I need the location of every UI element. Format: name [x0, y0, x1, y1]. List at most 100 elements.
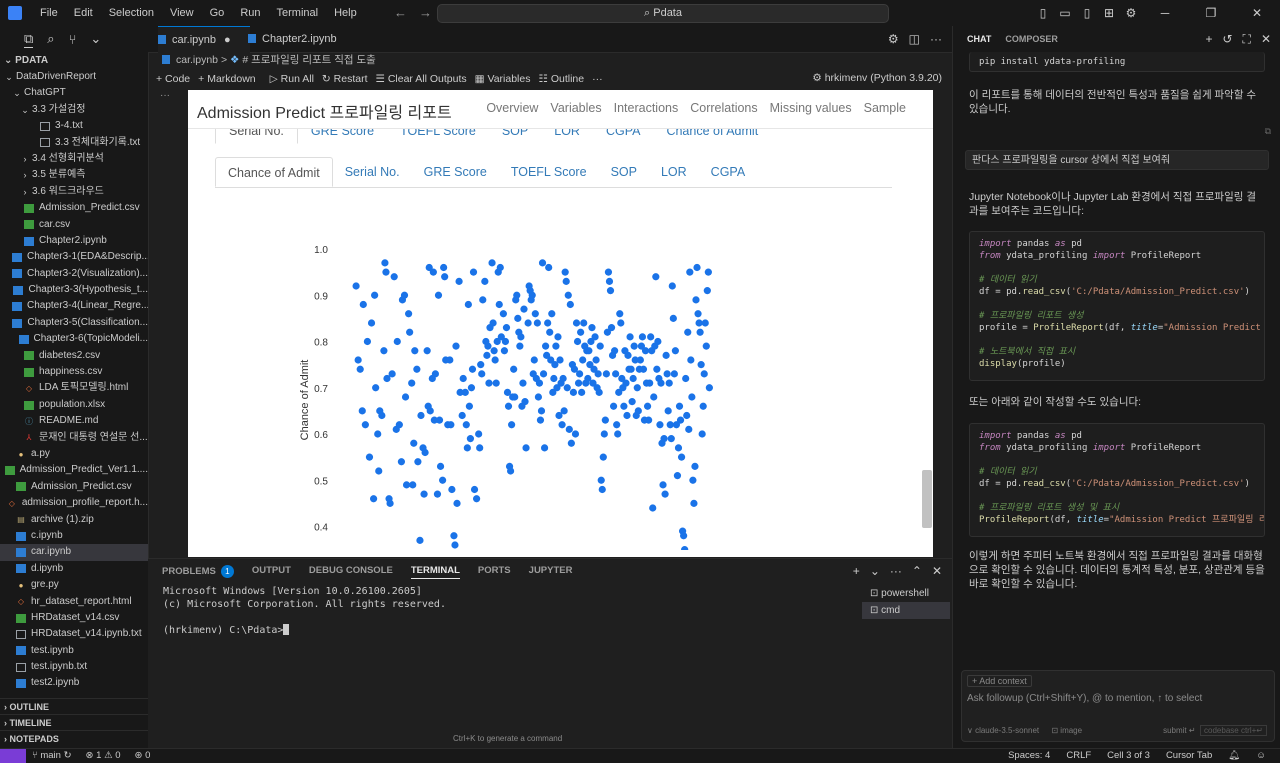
tree-item[interactable]: Chapter3-5(Classification... — [0, 315, 148, 331]
tree-item[interactable]: car.ipynb — [0, 544, 148, 561]
tree-item[interactable]: population.xlsx — [0, 397, 148, 413]
menu-go[interactable]: Go — [202, 0, 233, 26]
tree-item[interactable]: d.ipynb — [0, 561, 148, 577]
user-message[interactable]: 판다스 프로파일링을 cursor 상에서 직접 보여줘 — [965, 150, 1269, 170]
close-chat-icon[interactable]: ✕ — [1261, 32, 1271, 47]
tree-item[interactable]: Chapter3-4(Linear_Regre... — [0, 298, 148, 314]
variable-tab[interactable]: GRE Score — [412, 157, 499, 187]
command-center[interactable]: ⌕ Pdata — [437, 4, 889, 23]
indentation-indicator[interactable]: Spaces: 4 — [1008, 750, 1050, 761]
cell-indicator[interactable]: Cell 3 of 3 — [1107, 750, 1150, 761]
kernel-picker[interactable]: ⚙ hrkimenv (Python 3.9.20) — [812, 72, 942, 84]
tree-item[interactable]: Admission_Predict.csv — [0, 200, 148, 216]
panel-tab-jupyter[interactable]: JUPYTER — [529, 565, 573, 579]
tree-item[interactable]: test2.ipynb — [0, 675, 148, 691]
tab-car-ipynb[interactable]: car.ipynb ● — [158, 26, 250, 53]
report-nav-overview[interactable]: Overview — [486, 101, 538, 115]
menu-help[interactable]: Help — [326, 0, 365, 26]
panel-tab-problems[interactable]: PROBLEMS 1 — [162, 565, 234, 579]
more-icon[interactable]: ··· — [890, 564, 902, 578]
outline-button[interactable]: ☷ Outline — [538, 73, 584, 85]
menu-view[interactable]: View — [162, 0, 202, 26]
new-terminal-icon[interactable]: + — [853, 564, 860, 578]
tree-item[interactable]: Chapter3-3(Hypothesis_t... — [0, 282, 148, 298]
settings-gear-icon[interactable]: ⚙ — [1120, 6, 1142, 20]
variable-tab[interactable]: LOR — [649, 157, 699, 187]
tree-item[interactable]: Chapter3-6(TopicModeli... — [0, 331, 148, 347]
variable-tab[interactable]: SOP — [599, 157, 649, 187]
tree-item[interactable]: diabetes2.csv — [0, 348, 148, 364]
tree-item[interactable]: ◇ LDA 토픽모델링.html — [0, 380, 148, 396]
expand-icon[interactable]: ⛶ — [1243, 32, 1251, 47]
search-icon[interactable]: ⌕ — [47, 31, 54, 47]
tree-item[interactable]: 3.3 전체대화기록.txt — [0, 135, 148, 151]
chat-input[interactable]: Ask followup (Ctrl+Shift+Y), @ to mentio… — [967, 693, 1202, 704]
tree-item[interactable]: ⌄ DataDrivenReport — [0, 69, 148, 85]
variable-tab[interactable]: TOEFL Score — [499, 157, 599, 187]
copy-icon[interactable]: ⧉ — [1265, 126, 1271, 137]
panel-tab-output[interactable]: OUTPUT — [252, 565, 291, 579]
menu-terminal[interactable]: Terminal — [269, 0, 327, 26]
tree-item[interactable]: ● gre.py — [0, 577, 148, 593]
tree-item[interactable]: ◇ hr_dataset_report.html — [0, 594, 148, 610]
notepads-section[interactable]: › NOTEPADS — [0, 730, 148, 747]
maximize-icon[interactable]: ❐ — [1188, 6, 1234, 20]
maximize-panel-icon[interactable]: ⌃ — [912, 564, 922, 578]
problems-indicator[interactable]: ⊗ 1 ⚠ 0 — [86, 750, 121, 761]
run-all-button[interactable]: ▷ Run All — [270, 73, 314, 85]
tree-item[interactable]: HRDataset_v14.csv — [0, 610, 148, 626]
menu-file[interactable]: File — [32, 0, 66, 26]
menu-selection[interactable]: Selection — [101, 0, 162, 26]
tab-composer[interactable]: COMPOSER — [1005, 34, 1058, 44]
variable-tab[interactable]: CGPA — [699, 157, 758, 187]
image-button[interactable]: ⊡ image — [1051, 726, 1082, 735]
add-context-button[interactable]: + Add context — [967, 675, 1032, 687]
tree-item[interactable]: 3-4.txt — [0, 118, 148, 134]
minimize-icon[interactable]: ─ — [1142, 6, 1188, 20]
tree-item[interactable]: ⌄ ChatGPT — [0, 85, 148, 101]
chevron-down-icon[interactable]: ⌄ — [90, 31, 101, 47]
tree-item[interactable]: ⌄ 3.3 가설검정 — [0, 102, 148, 118]
terminal-dropdown-icon[interactable]: ⌄ — [870, 564, 880, 578]
clear-outputs-button[interactable]: ☰ Clear All Outputs — [375, 73, 466, 85]
tree-item[interactable]: ◇ admission_profile_report.h... — [0, 495, 148, 511]
add-code-cell-button[interactable]: + Code — [156, 73, 190, 85]
panel-tab-ports[interactable]: PORTS — [478, 565, 511, 579]
submit-button[interactable]: submit ↵ — [1163, 726, 1196, 735]
source-control-icon[interactable]: ⑂ — [69, 32, 77, 47]
close-window-icon[interactable]: ✕ — [1234, 6, 1280, 20]
terminal-output[interactable]: Microsoft Windows [Version 10.0.26100.26… — [163, 586, 446, 637]
tree-item[interactable]: happiness.csv — [0, 364, 148, 380]
code-block-pip[interactable]: pip install ydata-profiling — [969, 52, 1265, 72]
accounts-icon[interactable]: ☺ — [1256, 750, 1266, 761]
toggle-secondary-sidebar-icon[interactable]: ▯ — [1076, 6, 1098, 20]
gear-icon[interactable]: ⚙ — [888, 32, 899, 46]
ports-indicator[interactable]: ⊛ 0 — [135, 750, 151, 761]
branch-indicator[interactable]: ⑂ main ↻ — [32, 750, 72, 761]
tree-item[interactable]: ▤ archive (1).zip — [0, 512, 148, 528]
close-panel-icon[interactable]: ✕ — [932, 564, 942, 578]
tree-item[interactable]: ⅄ 문재인 대통령 연설문 선... — [0, 430, 148, 446]
report-nav-variables[interactable]: Variables — [550, 101, 601, 115]
panel-tab-debug-console[interactable]: DEBUG CONSOLE — [309, 565, 393, 579]
tree-item[interactable]: Chapter2.ipynb — [0, 233, 148, 249]
modified-dot-icon[interactable]: ● — [224, 27, 231, 53]
back-arrow-icon[interactable]: ← — [394, 5, 419, 20]
menu-run[interactable]: Run — [232, 0, 268, 26]
split-editor-icon[interactable]: ◫ — [909, 32, 920, 46]
terminal-item-cmd[interactable]: ⊡ cmd — [862, 602, 950, 619]
report-nav-sample[interactable]: Sample — [864, 101, 906, 115]
add-markdown-cell-button[interactable]: + Markdown — [198, 73, 255, 85]
tree-item[interactable]: car.csv — [0, 217, 148, 233]
tree-item[interactable]: Admission_Predict.csv — [0, 479, 148, 495]
variable-tab[interactable]: Chance of Admit — [215, 157, 333, 187]
cell-more-icon[interactable]: ··· — [160, 90, 170, 101]
new-chat-icon[interactable]: + — [1205, 32, 1212, 47]
more-actions-icon[interactable]: ··· — [930, 32, 942, 46]
tree-item[interactable]: ● a.py — [0, 446, 148, 462]
code-block-2[interactable]: import pandas as pd from ydata_profiling… — [969, 423, 1265, 537]
toggle-sidebar-icon[interactable]: ▯ — [1032, 6, 1054, 20]
history-icon[interactable]: ↺ — [1222, 32, 1232, 47]
timeline-section[interactable]: › TIMELINE — [0, 714, 148, 731]
remote-indicator-icon[interactable] — [0, 749, 26, 763]
